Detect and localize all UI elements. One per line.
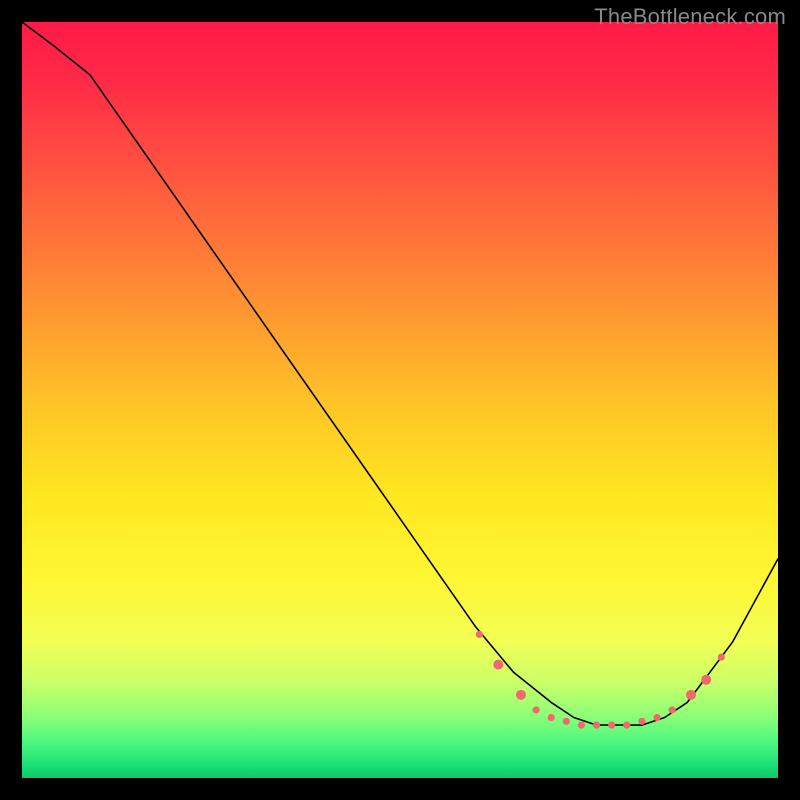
- marker-point: [578, 721, 585, 728]
- marker-point: [476, 631, 483, 638]
- marker-point: [608, 721, 615, 728]
- marker-point: [532, 706, 539, 713]
- chart-stage: TheBottleneck.com: [0, 0, 800, 800]
- marker-point: [718, 653, 725, 660]
- marker-point: [516, 690, 526, 700]
- marker-point: [563, 718, 570, 725]
- marker-point: [669, 706, 676, 713]
- marker-point: [638, 718, 645, 725]
- marker-point: [548, 714, 555, 721]
- marker-point: [623, 721, 630, 728]
- curve-markers: [476, 631, 725, 729]
- attribution-text: TheBottleneck.com: [594, 4, 786, 30]
- bottleneck-curve: [22, 22, 778, 725]
- gradient-background: [22, 22, 778, 778]
- plot-area: [22, 22, 778, 778]
- marker-point: [653, 714, 660, 721]
- marker-point: [593, 721, 600, 728]
- marker-point: [686, 690, 696, 700]
- chart-svg: [22, 22, 778, 778]
- marker-point: [493, 660, 503, 670]
- marker-point: [701, 675, 711, 685]
